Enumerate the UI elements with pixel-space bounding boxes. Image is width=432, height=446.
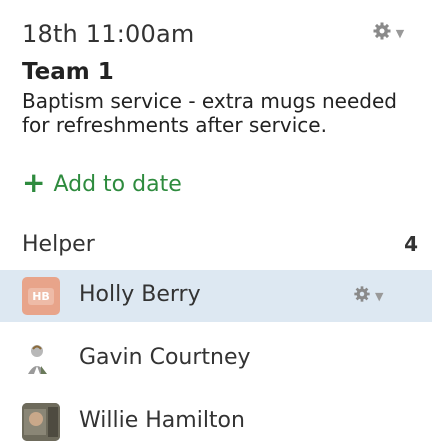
avatar [22, 340, 60, 378]
role-header: Helper 4 [22, 232, 418, 262]
plus-icon: + [22, 166, 46, 199]
add-to-date-label: Add to date [53, 172, 182, 197]
date-title: 18th 11:00am [22, 20, 195, 48]
caret-down-icon: ▼ [375, 289, 384, 303]
person-settings-dropdown[interactable]: ▼ [353, 283, 413, 309]
caret-down-icon: ▼ [395, 26, 405, 40]
role-count: 4 [404, 232, 418, 256]
add-to-date-link[interactable]: + Add to date [22, 166, 182, 199]
person-name: Gavin Courtney [79, 345, 251, 370]
person-row-holly-berry[interactable]: HB Holly Berry ▼ [0, 270, 432, 322]
avatar: HB [22, 277, 60, 315]
date-header: 18th 11:00am ▼ [22, 14, 422, 52]
person-row-gavin-courtney[interactable]: Gavin Courtney [0, 333, 432, 385]
gear-icon [372, 21, 392, 45]
person-row-willie-hamilton[interactable]: Willie Hamilton [0, 396, 432, 446]
person-name: Willie Hamilton [79, 408, 245, 433]
role-title: Helper [22, 232, 95, 257]
team-name: Team 1 [22, 59, 114, 85]
avatar [22, 403, 60, 441]
team-notes: Baptism service - extra mugs needed for … [22, 89, 397, 137]
person-name: Holly Berry [79, 282, 201, 307]
gear-icon [353, 285, 371, 307]
date-settings-dropdown[interactable]: ▼ [355, 14, 421, 52]
